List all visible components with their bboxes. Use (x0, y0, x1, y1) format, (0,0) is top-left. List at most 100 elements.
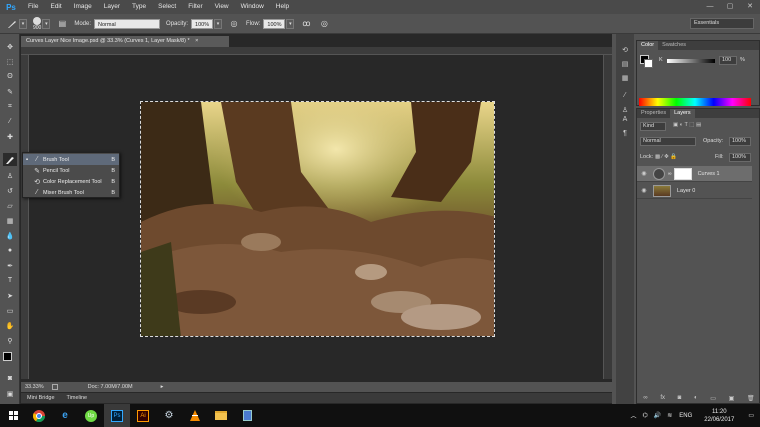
pressure-size-icon[interactable]: ◎ (318, 18, 330, 30)
gradient-tool-icon[interactable]: ▦ (3, 214, 17, 227)
network-icon[interactable]: ⌬ (640, 412, 651, 419)
blur-tool-icon[interactable]: 💧 (3, 229, 17, 242)
menu-file[interactable]: File (22, 0, 44, 14)
steam-icon[interactable]: ⚙ (156, 404, 182, 427)
maximize-button[interactable]: ▢ (720, 0, 740, 14)
workspace-select[interactable]: Essentials (690, 18, 754, 29)
clone-stamp-tool-icon[interactable]: ♙ (3, 169, 17, 182)
document-tab-close[interactable]: × (195, 38, 198, 44)
notes-icon[interactable] (234, 404, 260, 427)
mode-select[interactable]: Normal (94, 18, 161, 29)
menu-image[interactable]: Image (68, 0, 98, 14)
upwork-icon[interactable]: Up (78, 404, 104, 427)
menu-view[interactable]: View (209, 0, 235, 14)
document-tab[interactable]: Curves Layer Nice Image.psd @ 33.3% (Cur… (21, 36, 229, 47)
tab-color[interactable]: Color (637, 41, 659, 50)
wifi-icon[interactable]: ≋ (664, 412, 675, 419)
color-swatches[interactable] (3, 352, 17, 366)
history-brush-tool-icon[interactable]: ↺ (3, 184, 17, 197)
flyout-pencil-tool[interactable]: ✎ Pencil Tool B (23, 165, 119, 176)
eyedropper-tool-icon[interactable]: ⁄ (3, 115, 17, 128)
menu-edit[interactable]: Edit (44, 0, 67, 14)
tab-timeline[interactable]: Timeline (61, 395, 94, 401)
status-menu-arrow-icon[interactable]: ▸ (161, 384, 164, 390)
menu-layer[interactable]: Layer (98, 0, 126, 14)
mask-icon[interactable]: ◙ (678, 395, 682, 401)
brush-preset-icon[interactable] (6, 18, 18, 30)
opacity-dropdown[interactable]: ▾ (214, 18, 223, 29)
layer-row-layer0[interactable]: ◉ Layer 0 (637, 183, 752, 199)
dodge-tool-icon[interactable]: ● (3, 244, 17, 257)
windows-icon[interactable] (0, 404, 26, 427)
k-slider[interactable] (667, 59, 715, 63)
healing-tool-icon[interactable]: ✚ (3, 130, 17, 143)
tab-properties[interactable]: Properties (637, 109, 670, 118)
brush-tool-icon[interactable] (3, 153, 17, 166)
tab-mini-bridge[interactable]: Mini Bridge (21, 395, 61, 401)
brush-size-picker[interactable]: 900 (33, 16, 41, 31)
minimize-button[interactable]: — (700, 0, 720, 14)
color-spectrum[interactable] (639, 98, 751, 106)
airbrush-icon[interactable]: ꝏ (300, 18, 312, 30)
hand-tool-icon[interactable]: ✋ (3, 319, 17, 332)
flow-field[interactable]: 100% (263, 18, 286, 29)
vlc-icon[interactable] (182, 404, 208, 427)
pen-tool-icon[interactable]: ✒ (3, 259, 17, 272)
quick-select-tool-icon[interactable]: ✎ (3, 85, 17, 98)
vertical-scrollbar[interactable] (603, 55, 612, 379)
folder-icon[interactable]: ▭ (710, 395, 716, 402)
tool-preset-dropdown[interactable]: ▾ (19, 18, 27, 29)
menu-filter[interactable]: Filter (182, 0, 208, 14)
visibility-eye-icon[interactable]: ◉ (637, 170, 651, 177)
photoshop-icon[interactable]: Ps (104, 404, 130, 427)
k-value-field[interactable]: 100 (719, 56, 737, 65)
illustrator-icon[interactable]: Ai (130, 404, 156, 427)
tab-layers[interactable]: Layers (670, 109, 695, 118)
notifications-icon[interactable]: ▭ (742, 412, 760, 419)
screen-mode-icon[interactable]: ▣ (3, 387, 17, 400)
fx-icon[interactable]: fx (660, 395, 665, 401)
clone-source-icon[interactable]: ♙ (619, 106, 631, 116)
type-tool-icon[interactable]: T (3, 274, 17, 287)
crop-tool-icon[interactable]: ⌗ (3, 100, 17, 113)
menu-window[interactable]: Window (235, 0, 270, 14)
move-tool-icon[interactable]: ✥ (3, 40, 17, 53)
brush-size-dropdown[interactable]: ▾ (42, 18, 51, 29)
brush-panel-icon[interactable]: ▤ (56, 18, 68, 30)
zoom-level[interactable]: 33.33% (21, 384, 44, 390)
flyout-brush-tool[interactable]: ▪ ⁄ Brush Tool B (23, 154, 119, 165)
lock-icons[interactable]: ▩ ⁄ ✥ 🔒 (655, 154, 677, 160)
flow-dropdown[interactable]: ▾ (286, 18, 295, 29)
flyout-color-replacement-tool[interactable]: ⟲ Color Replacement Tool B (23, 176, 119, 187)
visibility-eye-icon[interactable]: ◉ (637, 187, 651, 194)
layer-opacity-field[interactable]: 100% (729, 137, 751, 146)
explorer-icon[interactable] (208, 404, 234, 427)
close-button[interactable]: ✕ (740, 0, 760, 14)
character-panel-icon[interactable]: A (619, 116, 631, 126)
blend-mode-select[interactable]: Normal (640, 137, 696, 146)
eraser-tool-icon[interactable]: ▱ (3, 199, 17, 212)
volume-icon[interactable]: 🔊 (651, 412, 664, 419)
adjustment-icon[interactable]: ◐ (694, 395, 698, 401)
history-panel-icon[interactable]: ⟲ (619, 46, 631, 56)
info-panel-icon[interactable]: ▦ (619, 74, 631, 84)
path-select-tool-icon[interactable]: ➤ (3, 289, 17, 302)
opacity-field[interactable]: 100% (191, 18, 214, 29)
tab-swatches[interactable]: Swatches (658, 41, 690, 50)
canvas-image[interactable] (140, 101, 495, 337)
filter-kind-select[interactable]: Kind (640, 122, 666, 131)
ruler-vertical[interactable] (21, 55, 29, 379)
chrome-icon[interactable] (26, 404, 52, 427)
quick-mask-icon[interactable]: ◙ (3, 372, 17, 385)
paragraph-panel-icon[interactable]: ¶ (619, 130, 631, 140)
trash-icon[interactable]: 🗑 (747, 395, 755, 402)
share-icon[interactable] (51, 384, 58, 390)
foreground-color-swatch[interactable] (3, 352, 12, 361)
menu-select[interactable]: Select (152, 0, 182, 14)
shape-tool-icon[interactable]: ▭ (3, 304, 17, 317)
clock[interactable]: 11:20 22/06/2017 (696, 408, 742, 424)
pressure-opacity-icon[interactable]: ◎ (228, 18, 240, 30)
link-icon[interactable]: ∞ (643, 395, 647, 401)
menu-help[interactable]: Help (270, 0, 295, 14)
menu-type[interactable]: Type (126, 0, 152, 14)
